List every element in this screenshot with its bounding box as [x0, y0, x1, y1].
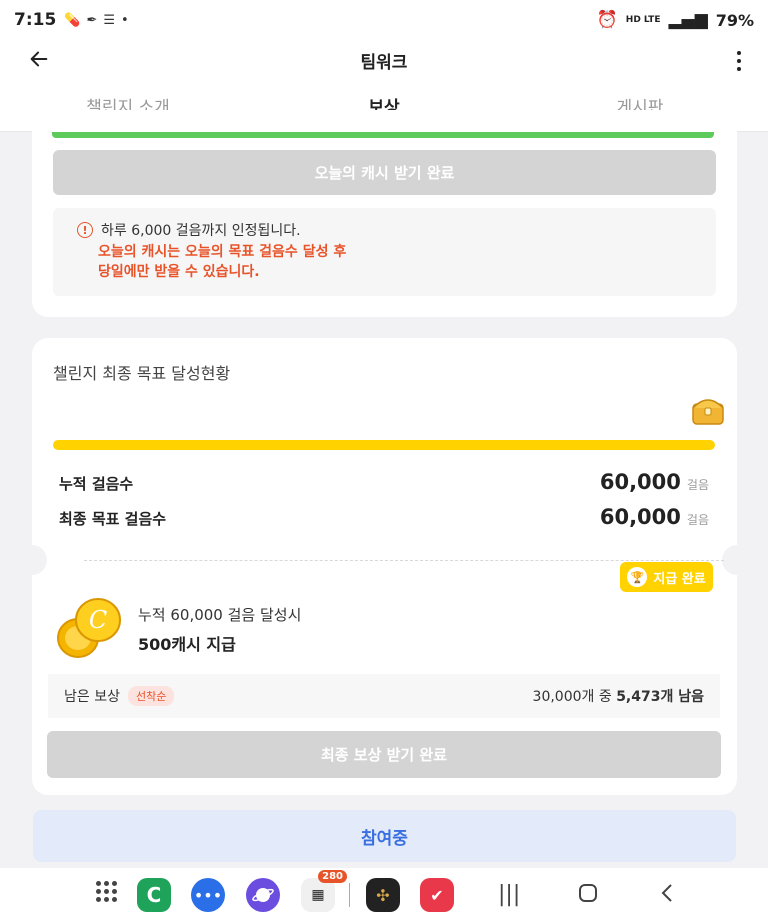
warning-icon: !: [77, 222, 93, 238]
signal-icon: ▂▄▆: [668, 10, 708, 30]
accumulated-unit: 걸음: [686, 478, 709, 492]
home-button[interactable]: [578, 883, 598, 903]
notice-red-line1: 오늘의 캐시는 오늘의 목표 걸음수 달성 후: [98, 244, 347, 260]
goal-value: 60,000: [599, 505, 681, 529]
messages-app-icon[interactable]: •••: [191, 878, 225, 912]
reward-condition: 누적 60,000 걸음 달성시: [138, 606, 302, 624]
final-goal-heading: 챌린지 최종 목표 달성현황: [53, 364, 231, 383]
accumulated-value: 60,000: [599, 470, 681, 494]
planet-icon: [252, 888, 274, 902]
chevron-left-icon: [661, 884, 672, 902]
shopping-app-icon[interactable]: ✔: [420, 878, 454, 912]
trophy-icon: 🏆: [627, 567, 648, 587]
battery-level: 79%: [715, 10, 754, 30]
ticket-notch-right: [722, 545, 752, 575]
final-progress-bar: [53, 440, 715, 450]
treasure-chest-icon: [692, 399, 724, 425]
goal-label: 최종 목표 걸음수: [59, 510, 167, 528]
first-come-tag: 선착순: [127, 686, 175, 706]
dashed-divider: [84, 560, 724, 561]
reward-amount: 500캐시 지급: [138, 635, 236, 654]
accumulated-steps-row: 누적 걸음수 60,000 걸음: [59, 470, 709, 494]
app-header: 팀워크: [0, 40, 768, 80]
app-drawer-button[interactable]: [96, 881, 117, 902]
back-nav-button[interactable]: [658, 882, 678, 904]
reward-description: 누적 60,000 걸음 달성시 500캐시 지급: [138, 604, 301, 655]
daily-notice: ! 하루 6,000 걸음까지 인정됩니다. 오늘의 캐시는 오늘의 목표 걸음…: [53, 208, 716, 296]
page-title: 팀워크: [360, 52, 408, 73]
arrow-left-icon: [30, 51, 48, 67]
notice-text: 하루 6,000 걸음까지 인정됩니다.: [101, 223, 301, 239]
notice-red-line2: 당일에만 받을 수 있습니다.: [98, 264, 260, 280]
alarm-icon: ⏰: [596, 10, 618, 30]
home-icon: [579, 884, 597, 902]
remaining-prefix: 30,000개 중: [532, 689, 612, 705]
svg-text:C: C: [89, 606, 107, 634]
daily-progress-bar: [52, 132, 714, 138]
accumulated-label: 누적 걸음수: [59, 475, 134, 493]
status-icons: 💊 ✒ ☰ •: [64, 13, 128, 28]
remaining-label: 남은 보상: [64, 689, 120, 705]
pill-icon: 💊: [64, 12, 81, 28]
apps-grid-icon: [96, 881, 117, 902]
coins-icon: C: [57, 598, 121, 658]
notification-count-badge: 280: [318, 870, 347, 883]
phone-app-icon[interactable]: C: [137, 878, 171, 912]
recent-apps-icon: |||: [498, 882, 521, 907]
recent-apps-button[interactable]: |||: [498, 882, 520, 907]
list-icon: ☰: [103, 12, 116, 28]
ticket-notch-left: [17, 545, 47, 575]
final-goal-card: 챌린지 최종 목표 달성현황 누적 걸음수 60,000 걸음 최종 목표 걸음수…: [17, 338, 752, 795]
goal-steps-row: 최종 목표 걸음수 60,000 걸음: [59, 505, 709, 529]
folder-app-icon[interactable]: ▦ 280: [301, 870, 347, 912]
tool-icon: ✒: [86, 12, 98, 28]
goal-unit: 걸음: [686, 513, 709, 527]
final-reward-button[interactable]: 최종 보상 받기 완료: [47, 731, 721, 778]
joined-button[interactable]: 참여중: [33, 810, 736, 862]
paid-badge: 🏆 지급 완료: [620, 562, 713, 592]
paid-badge-label: 지급 완료: [653, 571, 706, 587]
daily-reward-card: 오늘의 캐시 받기 완료 ! 하루 6,000 걸음까지 인정됩니다. 오늘의 …: [32, 110, 737, 317]
system-dock: C ••• ▦ 280 ✣ ✔ |||: [0, 868, 768, 922]
remaining-rewards-row: 남은 보상 선착순 30,000개 중 5,473개 남음: [48, 674, 720, 718]
daily-cash-button[interactable]: 오늘의 캐시 받기 완료: [53, 150, 716, 195]
status-time: 7:15: [14, 10, 57, 30]
remaining-number: 5,473개 남음: [616, 689, 704, 705]
more-menu-button[interactable]: [734, 46, 744, 76]
internet-app-icon[interactable]: [246, 878, 280, 912]
folder-icon: ▦: [311, 887, 325, 903]
kebab-menu-icon: [737, 51, 741, 55]
dock-separator: [349, 883, 350, 907]
dot-icon: •: [121, 12, 129, 28]
network-label: HD LTE: [625, 14, 661, 25]
remaining-count: 30,000개 중 5,473개 남음: [533, 686, 704, 706]
status-bar: 7:15 💊 ✒ ☰ • ⏰ HD LTE ▂▄▆ 79%: [0, 0, 768, 40]
back-button[interactable]: [24, 44, 54, 74]
pattern-app-icon[interactable]: ✣: [366, 878, 400, 912]
